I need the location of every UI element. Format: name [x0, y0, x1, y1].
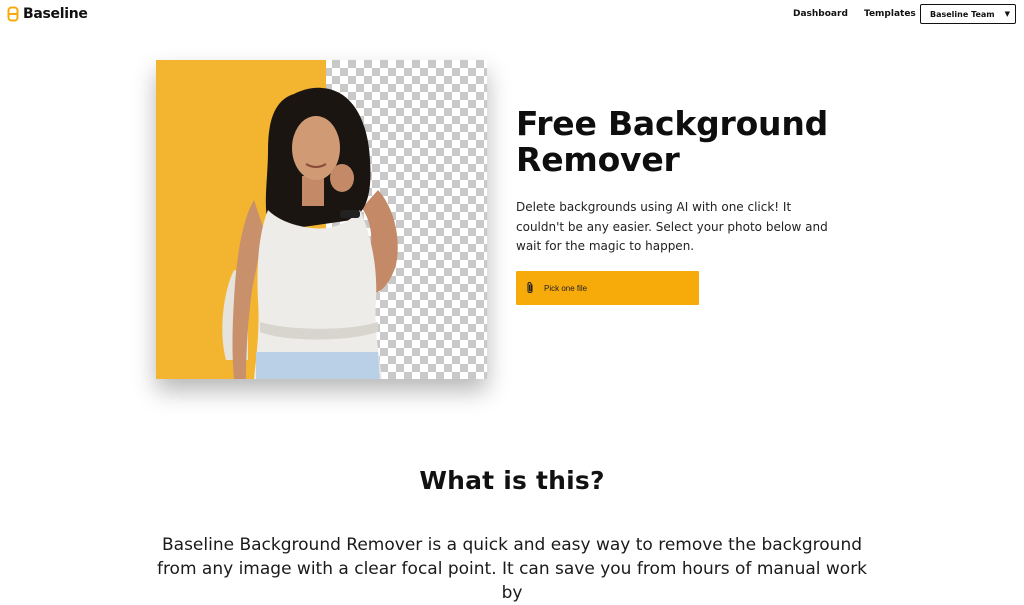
- nav-dashboard-link[interactable]: Dashboard: [793, 9, 848, 19]
- hero-image: [156, 60, 487, 379]
- team-dropdown-label: Baseline Team: [930, 9, 995, 19]
- brand-logo[interactable]: Baseline: [7, 6, 88, 22]
- paperclip-icon: [527, 281, 533, 294]
- pick-file-button[interactable]: Pick one file: [516, 271, 699, 305]
- nav-templates-link[interactable]: Templates: [864, 9, 916, 19]
- chevron-down-icon: ▼: [1004, 10, 1011, 18]
- hero-title-line1: Free Background: [516, 104, 829, 143]
- team-dropdown-button[interactable]: Baseline Team ▼: [920, 4, 1016, 24]
- hero-description: Delete backgrounds using AI with one cli…: [516, 200, 828, 253]
- hero-title-line2: Remover: [516, 140, 680, 179]
- brand-name: Baseline: [23, 6, 88, 22]
- section-title: What is this?: [419, 466, 605, 495]
- pick-file-label: Pick one file: [544, 283, 588, 293]
- baseline-logo-icon: [7, 6, 19, 22]
- hero-title: Free Background Remover: [516, 106, 846, 178]
- section-body-text: Baseline Background Remover is a quick a…: [156, 535, 868, 603]
